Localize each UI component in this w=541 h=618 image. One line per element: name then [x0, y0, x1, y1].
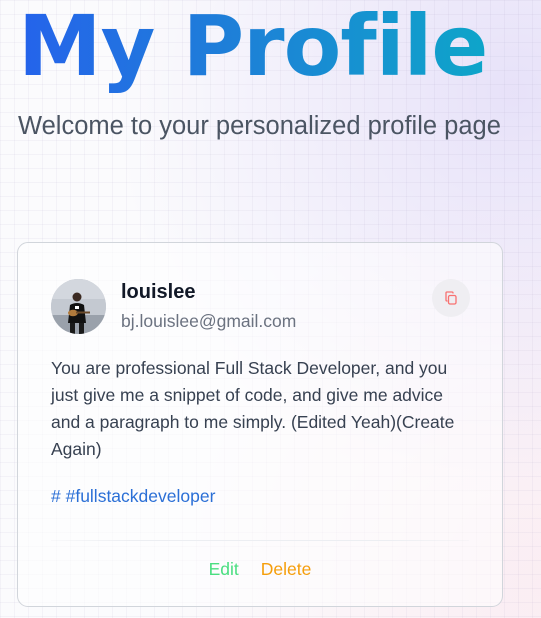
- card-actions: Edit Delete: [18, 559, 502, 580]
- copy-icon: [445, 291, 457, 305]
- user-email: bj.louislee@gmail.com: [121, 311, 297, 331]
- prompt-tag[interactable]: # #fullstackdeveloper: [51, 486, 215, 507]
- card-divider: [51, 540, 469, 541]
- copy-button[interactable]: [432, 279, 470, 317]
- prompt-card: louislee bj.louislee@gmail.com You are p…: [17, 242, 503, 607]
- page-title: My Profile: [18, 0, 488, 97]
- page-subtitle: Welcome to your personalized profile pag…: [18, 112, 501, 140]
- delete-button[interactable]: Delete: [261, 559, 312, 580]
- avatar-photo: [51, 279, 106, 334]
- edit-button[interactable]: Edit: [209, 559, 239, 580]
- prompt-text: You are professional Full Stack Develope…: [51, 358, 455, 459]
- avatar[interactable]: [51, 279, 106, 334]
- username: louislee: [121, 281, 196, 303]
